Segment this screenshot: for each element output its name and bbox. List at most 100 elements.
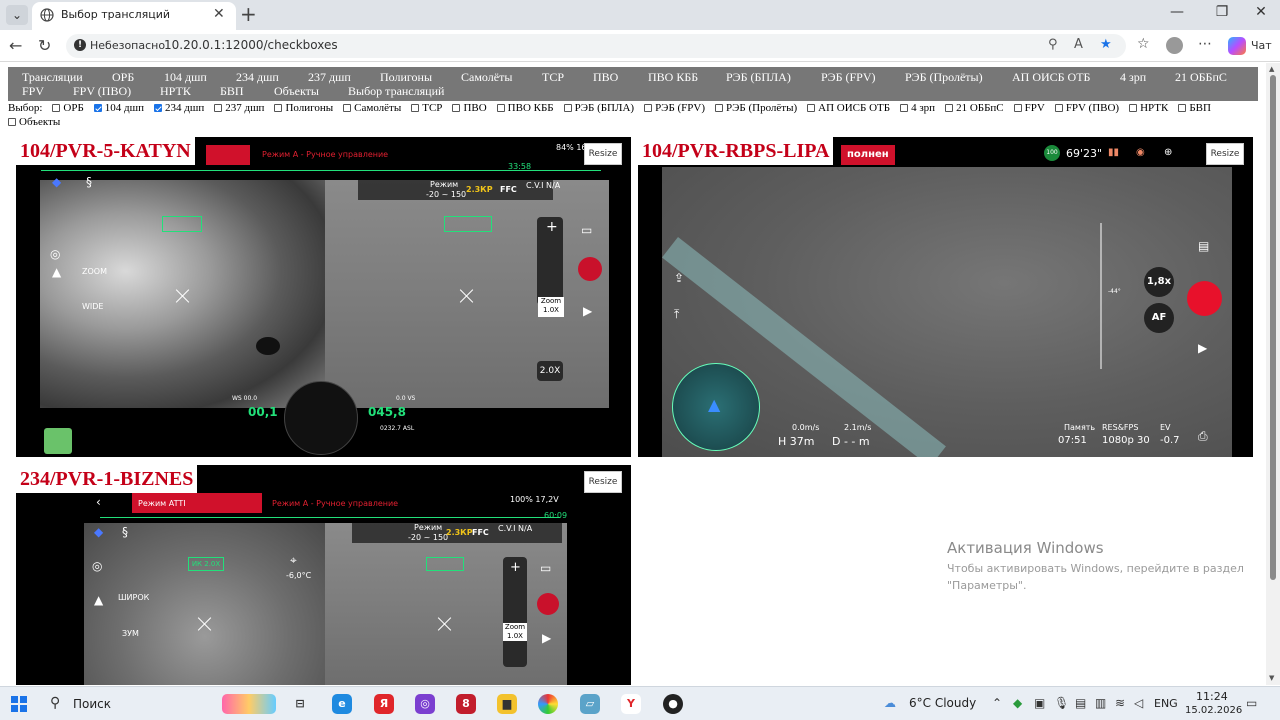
diamond-icon[interactable]: ◆ bbox=[94, 525, 103, 539]
resize-button[interactable]: Resize bbox=[584, 143, 622, 165]
ffc-button[interactable]: FFC bbox=[500, 185, 517, 194]
plus-icon[interactable]: + bbox=[546, 219, 558, 235]
nav-link[interactable]: РЭБ (Пролёты) bbox=[905, 70, 983, 85]
nav-link[interactable]: Самолёты bbox=[461, 70, 512, 85]
filter-checkbox[interactable]: РЭБ (БПЛА) bbox=[563, 101, 634, 115]
zoom-magnifier-icon[interactable]: ⚲ bbox=[1048, 37, 1058, 52]
stream-video-katyn[interactable]: 104/PVR-5-KATYN Режим А - Ручное управле… bbox=[16, 137, 631, 457]
takeoff-icon[interactable]: ⤒ bbox=[674, 307, 679, 322]
checkbox[interactable] bbox=[274, 104, 283, 112]
chevron-up-icon[interactable]: ⌃ bbox=[992, 696, 1002, 710]
yandex-browser-icon[interactable]: Y bbox=[621, 694, 641, 714]
widgets-icon[interactable] bbox=[222, 694, 276, 714]
ffc-button[interactable]: FFC bbox=[472, 528, 489, 537]
checkbox[interactable] bbox=[1129, 104, 1138, 112]
weather-text[interactable]: 6°C Cloudy bbox=[909, 696, 976, 710]
favorite-star-icon[interactable]: ★ bbox=[1100, 37, 1112, 52]
minimize-icon[interactable]: — bbox=[1162, 4, 1192, 20]
playback-icon[interactable]: ▶ bbox=[1198, 341, 1207, 355]
checkbox[interactable] bbox=[644, 104, 653, 112]
nav-link[interactable]: Полигоны bbox=[380, 70, 432, 85]
zoom-label[interactable]: ЗУМ bbox=[122, 629, 139, 638]
app-icon[interactable]: 8 bbox=[456, 694, 476, 714]
checkbox[interactable] bbox=[1013, 104, 1022, 112]
filter-checkbox[interactable]: ПВО КББ bbox=[496, 101, 554, 115]
taskbar-search[interactable]: ⚲ Поиск bbox=[40, 691, 220, 717]
wifi-icon[interactable]: ≋ bbox=[1115, 696, 1125, 710]
tray-app-icon[interactable]: ▤ bbox=[1075, 696, 1086, 710]
resize-button[interactable]: Resize bbox=[1206, 143, 1244, 165]
cloud-icon[interactable]: ☁ bbox=[884, 696, 896, 710]
filter-checkbox[interactable]: Объекты bbox=[8, 115, 60, 129]
nav-link[interactable]: 234 дшп bbox=[236, 70, 279, 85]
filter-checkbox[interactable]: 234 дшп bbox=[154, 101, 204, 115]
checkbox[interactable] bbox=[452, 104, 461, 112]
close-icon[interactable]: ✕ bbox=[213, 6, 225, 22]
checkbox[interactable] bbox=[1178, 104, 1187, 112]
checkbox[interactable] bbox=[496, 104, 505, 112]
nav-link[interactable]: АП ОИСБ ОТБ bbox=[1012, 70, 1090, 85]
back-arrow-icon[interactable]: ← bbox=[9, 36, 22, 55]
tab-search-menu-button[interactable]: ⌄ bbox=[6, 5, 28, 25]
nav-link[interactable]: 237 дшп bbox=[308, 70, 351, 85]
filter-checkbox[interactable]: 104 дшп bbox=[93, 101, 144, 115]
stream-video-lipa[interactable]: 104/PVR-RBPS-LIPA полнен Resize 100 69'2… bbox=[638, 137, 1253, 457]
checkbox[interactable] bbox=[214, 104, 223, 112]
checkbox[interactable] bbox=[715, 104, 724, 112]
checkbox[interactable] bbox=[563, 104, 572, 112]
nav-link[interactable]: Трансляции bbox=[22, 70, 83, 85]
nav-link[interactable]: Выбор трансляций bbox=[348, 84, 444, 99]
playback-icon[interactable]: ▶ bbox=[542, 631, 551, 645]
video-camera-icon[interactable]: ▭ bbox=[540, 561, 551, 575]
compass-icon[interactable]: ◎ bbox=[92, 559, 102, 573]
edge-icon[interactable]: e bbox=[332, 694, 352, 714]
window-close-icon[interactable]: ✕ bbox=[1246, 4, 1276, 20]
record-button[interactable] bbox=[537, 593, 559, 615]
app-icon[interactable]: ▱ bbox=[580, 694, 600, 714]
filter-checkbox[interactable]: 237 дшп bbox=[214, 101, 264, 115]
notification-icon[interactable]: ▭ bbox=[1246, 696, 1257, 710]
nav-link[interactable]: FPV (ПВО) bbox=[73, 84, 131, 99]
filter-checkbox[interactable]: ОРБ bbox=[52, 101, 84, 115]
compass-icon[interactable]: ◎ bbox=[50, 247, 60, 261]
filter-checkbox[interactable]: ТСР bbox=[411, 101, 442, 115]
filter-checkbox[interactable]: РЭБ (Пролёты) bbox=[715, 101, 797, 115]
tray-app-icon[interactable]: ▣ bbox=[1034, 696, 1045, 710]
checkbox[interactable] bbox=[343, 104, 352, 112]
nav-link[interactable]: ТСР bbox=[542, 70, 564, 85]
scroll-thumb[interactable] bbox=[1270, 75, 1276, 580]
profile-avatar[interactable] bbox=[1166, 37, 1183, 54]
filter-checkbox[interactable]: БВП bbox=[1178, 101, 1211, 115]
app-icon[interactable]: ◎ bbox=[415, 694, 435, 714]
language-indicator[interactable]: ENG bbox=[1154, 697, 1178, 710]
windows-start-icon[interactable] bbox=[11, 696, 27, 712]
flight-mode-icon[interactable]: ⇪ bbox=[674, 271, 684, 285]
nav-link[interactable]: НРТК bbox=[160, 84, 191, 99]
camera-settings-icon[interactable]: ▤ bbox=[1198, 239, 1209, 253]
nav-link[interactable]: ПВО КББ bbox=[648, 70, 698, 85]
filter-checkbox[interactable]: АП ОИСБ ОТБ bbox=[807, 101, 890, 115]
address-bar[interactable]: ! Небезопасно 10.20.0.1:12000/checkboxes… bbox=[66, 34, 1126, 58]
microphone-icon[interactable]: 🎙 bbox=[1054, 696, 1069, 710]
video-camera-icon[interactable]: ▭ bbox=[581, 223, 592, 237]
nav-link[interactable]: БВП bbox=[220, 84, 244, 99]
read-aloud-icon[interactable]: A bbox=[1074, 37, 1083, 52]
nav-link[interactable]: ПВО bbox=[593, 70, 618, 85]
volume-icon[interactable]: ◁ bbox=[1134, 696, 1143, 710]
favorites-icon[interactable]: ☆ bbox=[1137, 36, 1150, 52]
record-button[interactable] bbox=[578, 257, 602, 281]
nav-link[interactable]: 4 зрп bbox=[1120, 70, 1146, 85]
more-menu-icon[interactable]: ⋯ bbox=[1198, 36, 1212, 52]
shutter-button[interactable] bbox=[1187, 281, 1222, 316]
checkbox[interactable] bbox=[1054, 104, 1063, 112]
nav-link[interactable]: 21 ОББпС bbox=[1175, 70, 1227, 85]
insecure-label[interactable]: Небезопасно bbox=[90, 39, 165, 52]
playback-icon[interactable]: ▶ bbox=[583, 304, 592, 318]
stream-video-biznes[interactable]: 234/PVR-1-BIZNES Resize ‹ Режим ATTI Реж… bbox=[16, 465, 631, 685]
filter-checkbox[interactable]: Полигоны bbox=[274, 101, 333, 115]
autofocus-button[interactable]: AF bbox=[1144, 303, 1174, 333]
filter-checkbox[interactable]: РЭБ (FPV) bbox=[644, 101, 705, 115]
map-icon[interactable] bbox=[44, 428, 72, 454]
nav-link[interactable]: Объекты bbox=[274, 84, 319, 99]
filter-checkbox[interactable]: Самолёты bbox=[343, 101, 401, 115]
